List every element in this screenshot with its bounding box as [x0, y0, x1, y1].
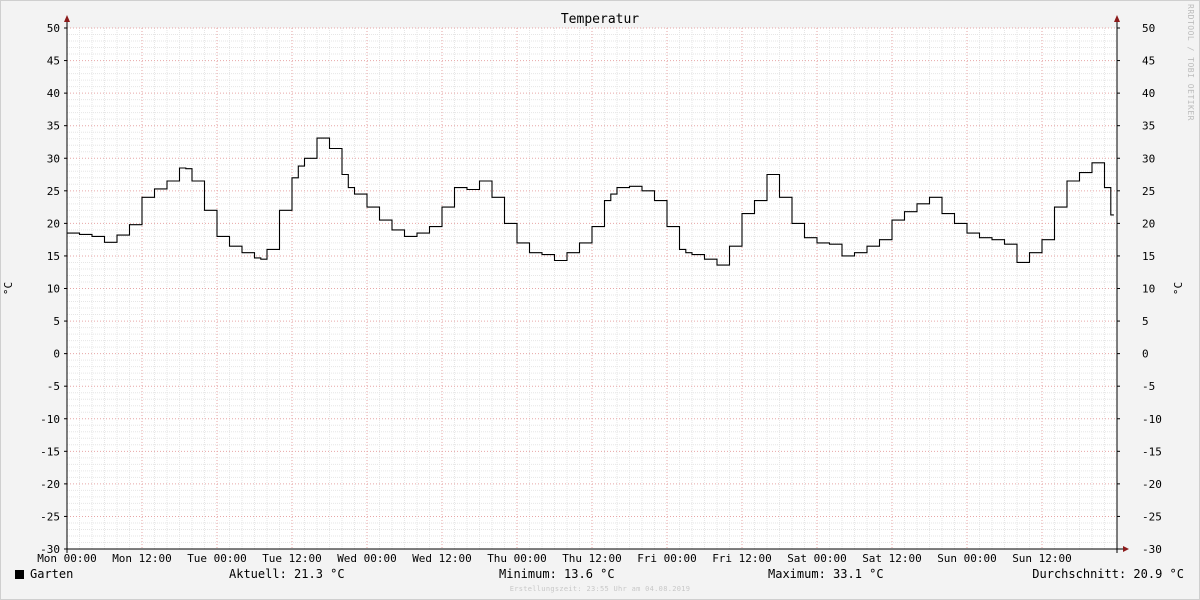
y-tick-label-left: 5: [53, 315, 60, 328]
legend-swatch-garten: [15, 570, 24, 579]
y-tick-label-left: -20: [40, 478, 60, 491]
x-tick-label: Wed 12:00: [412, 552, 472, 565]
x-tick-label: Thu 00:00: [487, 552, 547, 565]
y-tick-label-right: -5: [1142, 380, 1155, 393]
left-axis-arrow: [64, 15, 70, 22]
x-tick-label: Fri 00:00: [637, 552, 697, 565]
y-tick-label-left: 0: [53, 348, 60, 361]
y-tick-label-right: -25: [1142, 510, 1162, 523]
x-tick-label: Thu 12:00: [562, 552, 622, 565]
rrdtool-watermark: RRDTOOL / TOBI OETIKER: [1186, 4, 1195, 121]
y-tick-label-left: 10: [47, 283, 60, 296]
y-tick-label-right: 30: [1142, 152, 1155, 165]
y-tick-label-right: 50: [1142, 22, 1155, 35]
y-tick-label-left: 30: [47, 152, 60, 165]
y-tick-label-left: 50: [47, 22, 60, 35]
y-tick-label-right: -10: [1142, 413, 1162, 426]
y-tick-label-left: 20: [47, 217, 60, 230]
legend-minimum-value: Minimum: 13.6 °C: [499, 567, 615, 581]
chart-title: Temperatur: [561, 12, 639, 27]
y-tick-label-right: 20: [1142, 217, 1155, 230]
x-tick-label: Tue 12:00: [262, 552, 322, 565]
y-tick-label-left: -5: [47, 380, 60, 393]
x-tick-label: Sat 00:00: [787, 552, 847, 565]
y-tick-label-right: 10: [1142, 283, 1155, 296]
y-tick-label-right: 40: [1142, 87, 1155, 100]
y-tick-label-left: -15: [40, 445, 60, 458]
x-tick-label: Tue 00:00: [187, 552, 247, 565]
y-tick-label-left: 25: [47, 185, 60, 198]
x-axis-arrow: [1123, 546, 1129, 552]
x-tick-label: Sat 12:00: [862, 552, 922, 565]
y-tick-label-right: 25: [1142, 185, 1155, 198]
y-axis-label-right: °C: [1172, 282, 1185, 295]
x-tick-label: Fri 12:00: [712, 552, 772, 565]
right-axis-arrow: [1114, 15, 1120, 22]
x-tick-label: Sun 00:00: [937, 552, 997, 565]
creation-timestamp: Erstellungszeit: 23:55 Uhr am 04.08.2019: [509, 585, 691, 593]
temperature-chart: 50 5045 4540 4035 3530 3025 2520 2015 1510 105 50 0…: [2, 12, 1185, 565]
y-tick-label-right: -30: [1142, 543, 1162, 556]
y-tick-label-left: -10: [40, 413, 60, 426]
legend-average-value: Durchschnitt: 20.9 °C: [1032, 567, 1184, 581]
x-tick-label: Sun 12:00: [1012, 552, 1072, 565]
y-tick-label-left: 45: [47, 55, 60, 68]
y-tick-label-left: 40: [47, 87, 60, 100]
y-tick-label-left: -25: [40, 510, 60, 523]
y-tick-label-right: -15: [1142, 445, 1162, 458]
y-tick-label-left: 15: [47, 250, 60, 263]
y-tick-label-left: 35: [47, 120, 60, 133]
y-tick-label-right: 35: [1142, 120, 1155, 133]
x-tick-label: Mon 12:00: [112, 552, 172, 565]
legend-maximum-value: Maximum: 33.1 °C: [768, 567, 884, 581]
y-axis-label-left: °C: [2, 282, 15, 295]
y-tick-label-right: -20: [1142, 478, 1162, 491]
x-tick-label: Mon 00:00: [37, 552, 97, 565]
legend-current-value: Aktuell: 21.3 °C: [229, 567, 345, 581]
y-tick-label-right: 0: [1142, 348, 1149, 361]
y-tick-label-right: 5: [1142, 315, 1149, 328]
legend-series-name: Garten: [30, 567, 74, 581]
x-tick-label: Wed 00:00: [337, 552, 397, 565]
y-tick-label-right: 15: [1142, 250, 1155, 263]
y-tick-label-right: 45: [1142, 55, 1155, 68]
